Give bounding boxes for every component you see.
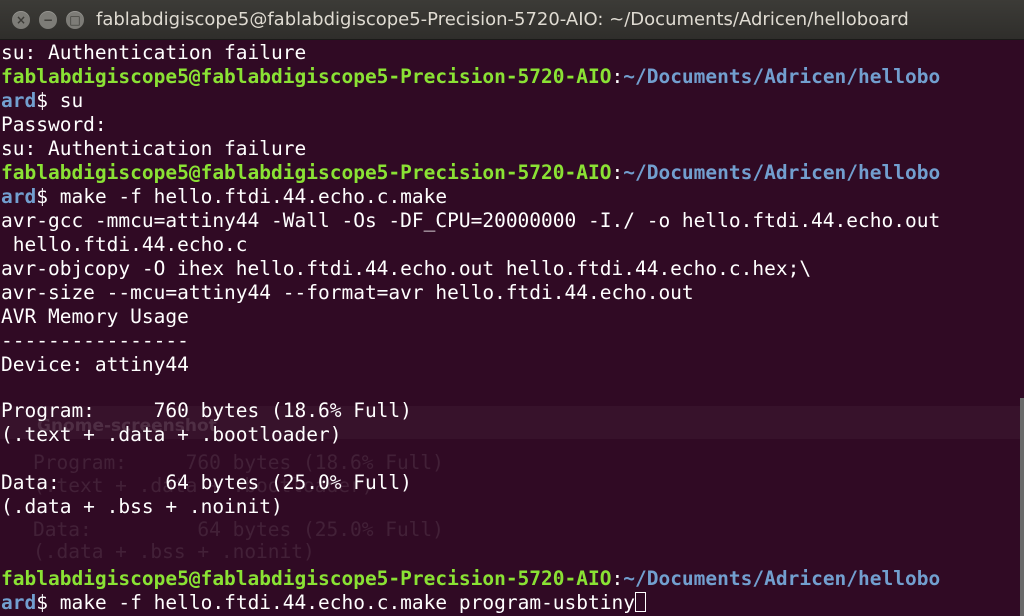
- command-text: make -f hello.ftdi.44.echo.c.make: [47, 185, 448, 208]
- output-line: Data: 64 bytes (25.0% Full): [1, 471, 412, 494]
- prompt-line: fablabdigiscope5@fablabdigiscope5-Precis…: [1, 161, 940, 185]
- prompt-path: ~/Documents/Adricen/hellobo: [623, 65, 941, 88]
- prompt-user-host: fablabdigiscope5@fablabdigiscope5-Precis…: [1, 567, 612, 590]
- prompt-path-wrap: ard: [1, 89, 37, 112]
- output-line: Program: 760 bytes (18.6% Full): [1, 399, 412, 422]
- terminal-window: × − □ fablabdigiscope5@fablabdigiscope5-…: [0, 0, 1024, 616]
- prompt-user-host: fablabdigiscope5@fablabdigiscope5-Precis…: [1, 65, 612, 88]
- prompt-path: ~/Documents/Adricen/hellobo: [623, 567, 941, 590]
- command-text: su: [47, 89, 84, 112]
- prompt-dollar: $: [36, 591, 48, 614]
- maximize-button[interactable]: □: [66, 11, 84, 29]
- output-line: avr-objcopy -O ihex hello.ftdi.44.echo.o…: [1, 257, 812, 280]
- prompt-line: fablabdigiscope5@fablabdigiscope5-Precis…: [1, 567, 940, 591]
- output-line: su: Authentication failure: [1, 137, 307, 160]
- output-line: Device: attiny44: [1, 353, 189, 376]
- scrollbar[interactable]: [1020, 398, 1024, 616]
- output-line: ----------------: [1, 329, 189, 352]
- command-line: ard$ make -f hello.ftdi.44.echo.c.make: [1, 185, 447, 209]
- close-button[interactable]: ×: [12, 11, 30, 29]
- window-title: fablabdigiscope5@fablabdigiscope5-Precis…: [96, 9, 909, 30]
- overlay-data-detail: (.data + .bss + .noinit): [33, 540, 315, 563]
- output-line: avr-size --mcu=attiny44 --format=avr hel…: [1, 281, 694, 304]
- terminal-output[interactable]: Gnome-screenshot Program: 760 bytes (18.…: [0, 41, 1024, 616]
- output-line: AVR Memory Usage: [1, 305, 189, 328]
- output-line: su: Authentication failure: [1, 41, 307, 64]
- prompt-separator: :: [611, 65, 624, 88]
- output-line: (.data + .bss + .noinit): [1, 495, 283, 518]
- output-line: Password:: [1, 113, 107, 136]
- command-line[interactable]: ard$ make -f hello.ftdi.44.echo.c.make p…: [1, 591, 646, 615]
- prompt-separator: :: [611, 567, 624, 590]
- output-line: hello.ftdi.44.echo.c: [1, 233, 248, 256]
- command-text: make -f hello.ftdi.44.echo.c.make progra…: [47, 591, 635, 614]
- prompt-dollar: $: [36, 185, 48, 208]
- prompt-path: ~/Documents/Adricen/hellobo: [623, 161, 941, 184]
- prompt-user-host: fablabdigiscope5@fablabdigiscope5-Precis…: [1, 161, 612, 184]
- prompt-line: fablabdigiscope5@fablabdigiscope5-Precis…: [1, 65, 940, 89]
- title-bar[interactable]: × − □ fablabdigiscope5@fablabdigiscope5-…: [0, 0, 1024, 40]
- overlay-data-line: Data: 64 bytes (25.0% Full): [33, 518, 444, 541]
- prompt-path-wrap: ard: [1, 185, 37, 208]
- text-cursor: [634, 592, 646, 612]
- output-line: avr-gcc -mmcu=attiny44 -Wall -Os -DF_CPU…: [1, 209, 941, 232]
- prompt-separator: :: [611, 161, 624, 184]
- prompt-path-wrap: ard: [1, 591, 37, 614]
- minimize-button[interactable]: −: [39, 11, 57, 29]
- output-line: (.text + .data + .bootloader): [1, 423, 342, 446]
- prompt-dollar: $: [36, 89, 48, 112]
- command-line: ard$ su: [1, 89, 83, 113]
